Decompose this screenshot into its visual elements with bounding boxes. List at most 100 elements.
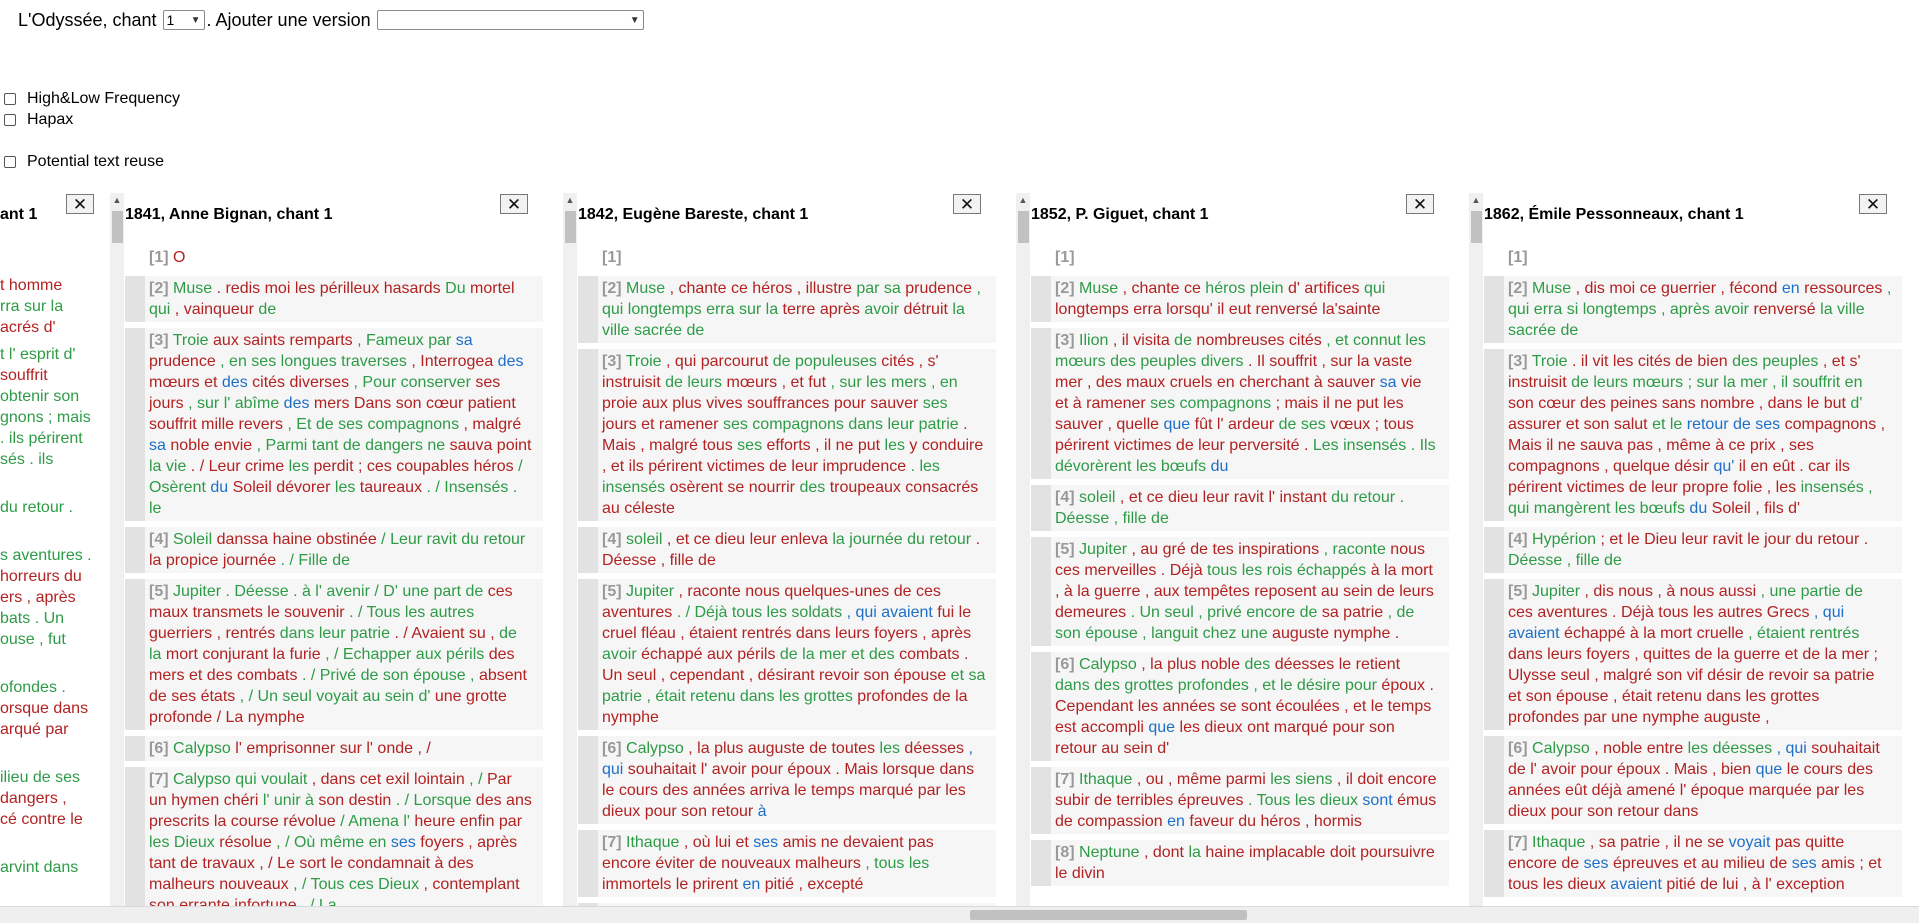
segment-number: [1]: [1508, 249, 1528, 266]
token: transmets le souvenir: [188, 604, 345, 621]
segment: [5] Jupiter , dis nous , à nous aussi , …: [1484, 579, 1902, 730]
version-select[interactable]: ▼: [376, 10, 644, 30]
scrollbar-thumb[interactable]: [565, 211, 576, 243]
segment: [3] Troie . il vit les cités de bien des…: [1484, 349, 1902, 521]
segment: [2] Muse , chante ce héros , illustre pa…: [578, 276, 996, 343]
token: en: [1777, 280, 1800, 297]
token: héros plein: [1200, 280, 1284, 297]
token: , et connut: [1321, 332, 1401, 349]
option-potential-text-reuse[interactable]: Potential text reuse: [4, 153, 164, 171]
segment-number: [1]: [1055, 249, 1075, 266]
token: et le: [1647, 416, 1683, 433]
token: de ses: [1274, 416, 1326, 433]
token: la journée du retour: [827, 531, 972, 548]
token: hormis: [1309, 813, 1362, 830]
close-panel-button[interactable]: ✕: [953, 194, 981, 214]
segment-gutter: [125, 276, 145, 322]
hapax-checkbox[interactable]: [4, 114, 16, 126]
close-panel-button[interactable]: ✕: [500, 194, 528, 214]
token: ses: [732, 437, 763, 454]
segment: [6] Calypso , la plus noble des déesses …: [1031, 652, 1449, 761]
segment-gutter: [125, 736, 145, 761]
segment-gutter: [1484, 276, 1504, 343]
panel-scrollbar[interactable]: ▲: [563, 193, 577, 906]
token: Soleil , fils: [1707, 500, 1784, 517]
token: . Tous les dieux: [1243, 792, 1358, 809]
token: qui: [1359, 280, 1386, 297]
text-line: obtenir son: [0, 388, 80, 405]
token: heure enfin par: [409, 813, 523, 830]
segment: [6] Calypso , la plus auguste de toutes …: [578, 736, 996, 824]
text-line: ouse , fut: [0, 631, 66, 648]
panel-text: t homme rra sur la acrés d' t l' esprit …: [0, 275, 109, 878]
scrollbar-thumb[interactable]: [1018, 211, 1029, 243]
token: proie aux plus vives souffrances pour sa…: [602, 395, 919, 412]
token: Jupiter: [1532, 583, 1581, 600]
token: détruit: [899, 301, 948, 318]
horizontal-scrollbar[interactable]: [0, 906, 1919, 923]
close-panel-button[interactable]: ✕: [1859, 194, 1887, 214]
segment: [2] Muse . redis moi les périlleux hasar…: [125, 276, 543, 322]
segment: [6] Calypso l' emprisonner sur l' onde ,…: [125, 736, 543, 761]
token: , étaient rentrés: [1743, 625, 1860, 642]
panel-content: [1] [2] Muse , chante ce héros , illustr…: [578, 245, 996, 906]
token: par sa: [851, 280, 901, 297]
segment-number: [2]: [1055, 280, 1075, 297]
token: Troie: [625, 353, 662, 370]
token: faveur du héros ,: [1184, 813, 1310, 830]
option-hapax[interactable]: Hapax: [4, 111, 73, 129]
token: , il doit: [1332, 771, 1384, 788]
horizontal-scrollbar-thumb[interactable]: [970, 910, 1247, 920]
close-panel-button[interactable]: ✕: [66, 194, 94, 214]
token: / Leur ravit du: [376, 531, 480, 548]
chant-select[interactable]: 1 ▼: [162, 10, 205, 30]
token: Ithaque: [626, 834, 680, 851]
add-version-label: . Ajouter une version: [206, 9, 371, 30]
token: ; et le Dieu leur ravit le jour du retou…: [1596, 531, 1869, 548]
segment-gutter: [1484, 830, 1504, 897]
token: sauva point: [445, 437, 532, 454]
scroll-up-icon[interactable]: ▲: [563, 193, 577, 207]
text-line: . ils périrent: [0, 430, 83, 447]
segment-gutter: [1484, 527, 1504, 573]
scroll-up-icon[interactable]: ▲: [1469, 193, 1483, 207]
token: . il vit les cités de bien: [1567, 353, 1728, 370]
segment: [2] Muse , dis moi ce guerrier , fécond …: [1484, 276, 1902, 343]
token: , dis nous , à nous aussi: [1580, 583, 1757, 600]
high-low-frequency-checkbox[interactable]: [4, 93, 16, 105]
token: des: [484, 646, 515, 663]
panel-scrollbar[interactable]: ▲: [1469, 193, 1483, 906]
token: , Interrogea: [406, 353, 494, 370]
scrollbar-thumb[interactable]: [1471, 211, 1482, 243]
panel-scrollbar[interactable]: ▲: [1016, 193, 1030, 906]
panel-scrollbar[interactable]: ▲: [110, 193, 124, 906]
segment-number: [1]: [602, 249, 622, 266]
segment: [4] soleil , et ce dieu leur ravit l' in…: [1031, 485, 1449, 531]
option-high-low-frequency[interactable]: High&Low Frequency: [4, 90, 180, 108]
token: soleil: [1079, 489, 1116, 506]
token: Muse: [626, 280, 666, 297]
high-low-frequency-label: High&Low Frequency: [27, 90, 180, 107]
token: des: [1240, 656, 1271, 673]
versions-area: ant 1 ✕ t homme rra sur la acrés d' t l'…: [0, 193, 1919, 906]
scrollbar-thumb[interactable]: [112, 211, 123, 243]
token: d': [1783, 500, 1801, 517]
token: amis ;: [1816, 855, 1864, 872]
potential-text-reuse-checkbox[interactable]: [4, 156, 16, 168]
segment: [3] Ilion , il visita de nombreuses cité…: [1031, 328, 1449, 479]
close-panel-button[interactable]: ✕: [1406, 194, 1434, 214]
token: , / Echapper aux périls: [320, 646, 485, 663]
token: pitié , excepté: [760, 876, 864, 893]
segment-number: [7]: [1055, 771, 1075, 788]
scroll-up-icon[interactable]: ▲: [110, 193, 124, 207]
token: Déesse , fille de: [1508, 552, 1622, 569]
token: mers et des combats: [149, 667, 298, 684]
segment-number: [3]: [1508, 353, 1528, 370]
scroll-up-icon[interactable]: ▲: [1016, 193, 1030, 207]
token: pitié de lui , à l' exception: [1661, 876, 1845, 893]
token: Ilion: [1079, 332, 1109, 349]
token: perdit ; ces: [309, 458, 392, 475]
token: avaient: [1605, 876, 1662, 893]
chant-select-value: 1: [166, 12, 175, 28]
panel-title: 1862, Émile Pessonneaux, chant 1: [1484, 206, 1744, 223]
